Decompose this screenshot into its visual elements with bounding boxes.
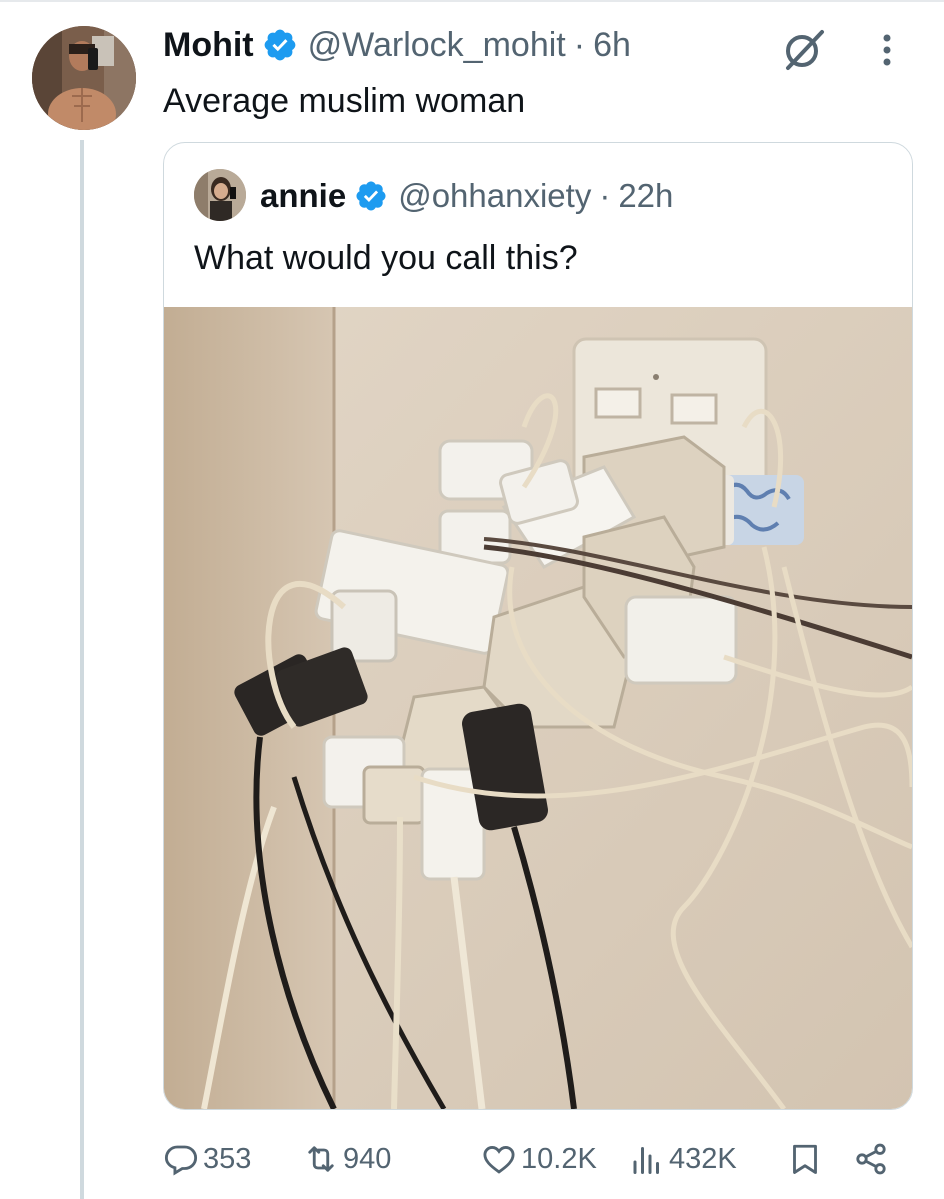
views-icon — [633, 1147, 659, 1174]
quoted-tweet-text: What would you call this? — [194, 239, 578, 277]
author-avatar[interactable] — [32, 26, 136, 130]
quoted-author-name[interactable]: annie — [260, 177, 346, 215]
repost-icon — [308, 1146, 334, 1172]
repost-count: 940 — [343, 1142, 392, 1175]
quoted-author-avatar[interactable] — [194, 169, 246, 221]
views-button[interactable]: 432K — [629, 1136, 737, 1182]
tweet-actions: 353 940 10.2K 432K — [163, 1136, 911, 1182]
share-icon — [856, 1143, 886, 1175]
like-button[interactable]: 10.2K — [481, 1136, 597, 1182]
reply-icon — [164, 1145, 198, 1176]
tweet-text: Average muslim woman — [163, 82, 526, 120]
verified-icon — [356, 181, 386, 211]
like-count: 10.2K — [521, 1142, 597, 1175]
verified-icon — [264, 29, 296, 61]
repost-button[interactable]: 940 — [303, 1136, 391, 1182]
separator-dot: · — [599, 177, 611, 214]
share-button[interactable] — [853, 1136, 893, 1182]
thread-line — [80, 140, 84, 1199]
top-divider — [0, 0, 944, 2]
tweet-header: Mohit @Warlock_mohit · 6h — [163, 22, 631, 68]
tweet-time[interactable]: 6h — [593, 26, 631, 65]
grok-icon[interactable] — [780, 26, 828, 74]
like-icon — [483, 1146, 515, 1174]
views-count: 432K — [669, 1142, 737, 1175]
separator-dot: · — [573, 25, 586, 64]
quoted-tweet-header: annie @ohhanxiety · 22h — [260, 173, 673, 219]
quoted-author-handle[interactable]: @ohhanxiety — [398, 177, 591, 215]
reply-count: 353 — [203, 1142, 252, 1175]
more-icon[interactable] — [872, 30, 902, 70]
author-name[interactable]: Mohit — [163, 26, 254, 65]
bookmark-icon — [793, 1144, 817, 1174]
tweet-photo[interactable] — [164, 307, 912, 1109]
author-handle[interactable]: @Warlock_mohit — [308, 26, 566, 65]
quoted-tweet-card[interactable]: annie @ohhanxiety · 22h What would you c… — [163, 142, 913, 1110]
quoted-tweet-time[interactable]: 22h — [618, 177, 673, 215]
bookmark-button[interactable] — [787, 1136, 827, 1182]
reply-button[interactable]: 353 — [163, 1136, 251, 1182]
